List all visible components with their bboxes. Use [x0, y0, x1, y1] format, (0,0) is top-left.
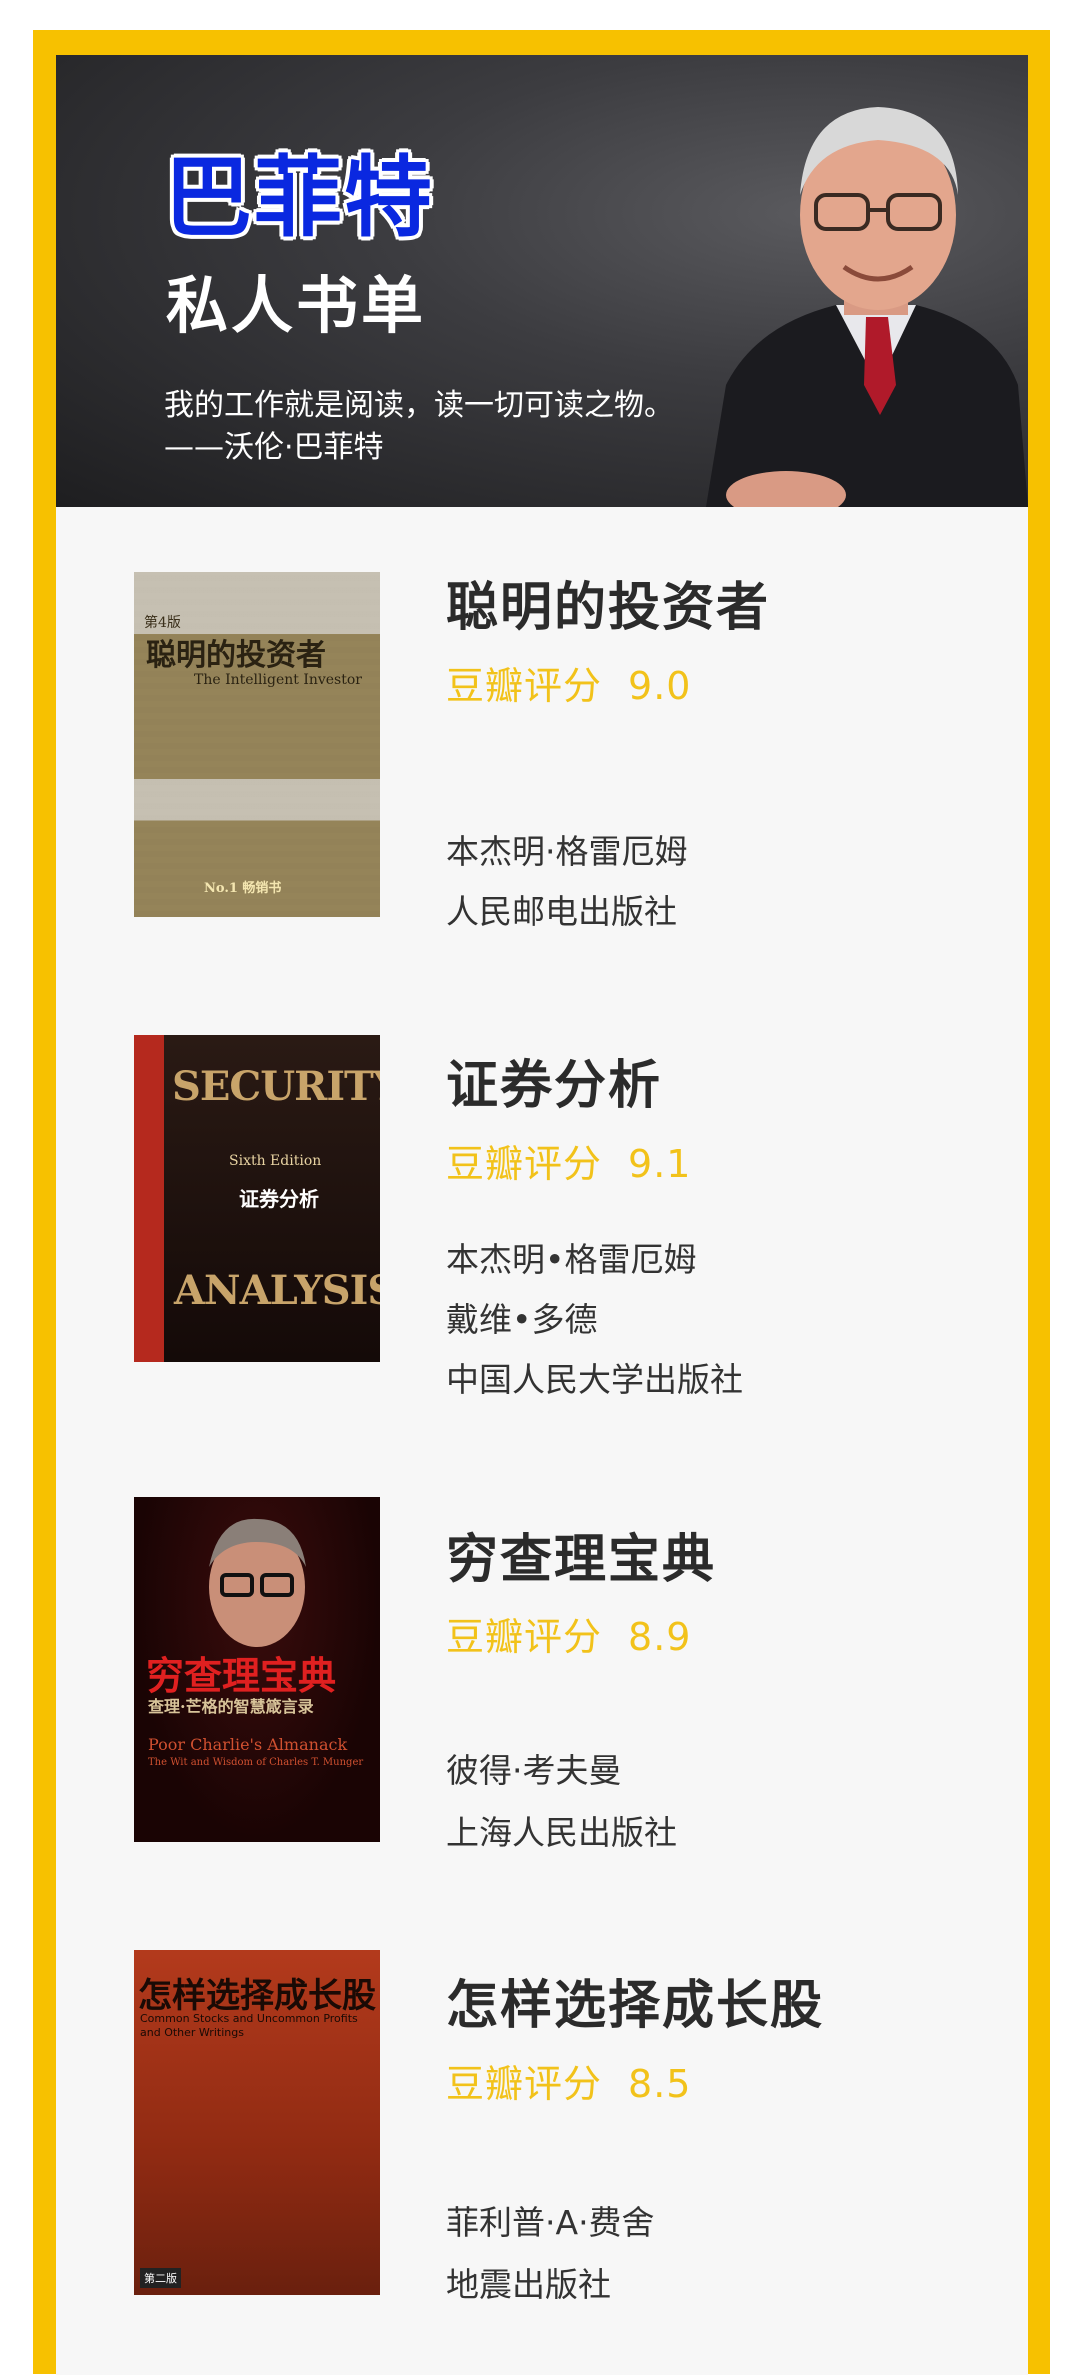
- book-publisher: 中国人民大学出版社: [446, 1360, 743, 1399]
- cover-title: 穷查理宝典: [146, 1653, 337, 1698]
- book-title: 证券分析: [446, 1056, 663, 1116]
- cover-badge: 第二版: [140, 2268, 181, 2288]
- rating-score: 8.9: [628, 1615, 692, 1659]
- book-title: 怎样选择成长股: [446, 1976, 825, 2036]
- page-subtitle: 私人书单: [166, 269, 427, 342]
- rating-score: 9.0: [628, 664, 692, 708]
- book-author: 本杰明•格雷厄姆: [446, 1240, 697, 1279]
- book-author: 本杰明·格雷厄姆: [446, 832, 688, 871]
- cover-title: 聪明的投资者: [146, 638, 326, 673]
- quote-attribution: ——沃伦·巴菲特: [164, 430, 384, 465]
- rating-score: 9.1: [628, 1142, 692, 1186]
- book-publisher: 上海人民出版社: [446, 1813, 677, 1852]
- book-author: 菲利普·A·费舍: [446, 2203, 655, 2242]
- cover-title-en: Poor Charlie's Almanack: [148, 1735, 348, 1754]
- page-title: 巴菲特: [164, 146, 435, 249]
- book-cover-image: 穷查理宝典 查理·芒格的智慧箴言录 Poor Charlie's Almanac…: [134, 1497, 380, 1842]
- book-publisher: 人民邮电出版社: [446, 892, 677, 931]
- cover-title-en: Common Stocks and Uncommon Profits and O…: [140, 2012, 358, 2039]
- quote-line: 我的工作就是阅读，读一切可读之物。: [164, 388, 674, 423]
- header-quote: 我的工作就是阅读，读一切可读之物。 ——沃伦·巴菲特: [164, 385, 674, 469]
- cover-subtitle-en: The Wit and Wisdom of Charles T. Munger: [148, 1757, 364, 1768]
- book-title: 穷查理宝典: [446, 1530, 717, 1590]
- book-cover-image: 第4版 聪明的投资者 The Intelligent Investor No.1…: [134, 572, 380, 917]
- book-publisher: 地震出版社: [446, 2265, 611, 2304]
- book-rating: 豆瓣评分 9.0: [446, 655, 691, 710]
- cover-edition: Sixth Edition: [229, 1153, 322, 1169]
- cover-bottom-word: ANALYSIS: [174, 1267, 380, 1314]
- book-title: 聪明的投资者: [446, 578, 771, 638]
- book-rating: 豆瓣评分 8.9: [446, 1606, 691, 1661]
- header-banner: 巴菲特 私人书单 我的工作就是阅读，读一切可读之物。 ——沃伦·巴菲特: [56, 55, 1028, 507]
- rating-label: 豆瓣评分: [446, 1615, 603, 1659]
- rating-score: 8.5: [628, 2062, 692, 2106]
- cover-badge: No.1 畅销书: [204, 881, 282, 896]
- book-cover-image: 怎样选择成长股 Common Stocks and Uncommon Profi…: [134, 1950, 380, 2295]
- cover-title-en: The Intelligent Investor: [194, 672, 362, 688]
- cover-title: 证券分析: [239, 1187, 319, 1211]
- book-rating: 豆瓣评分 8.5: [446, 2053, 691, 2108]
- book-author: 戴维•多德: [446, 1300, 598, 1339]
- rating-label: 豆瓣评分: [446, 664, 603, 708]
- cover-title: 怎样选择成长股: [138, 1976, 376, 2016]
- rating-label: 豆瓣评分: [446, 2062, 603, 2106]
- rating-label: 豆瓣评分: [446, 1142, 603, 1186]
- book-cover-image: SECURITY Sixth Edition 证券分析 ANALYSIS: [134, 1035, 380, 1362]
- cover-top-word: SECURITY: [172, 1063, 380, 1110]
- cover-edition: 第4版: [144, 615, 181, 631]
- buffett-portrait-image: [706, 107, 1028, 507]
- cover-subtitle: 查理·芒格的智慧箴言录: [148, 1697, 314, 1716]
- book-rating: 豆瓣评分 9.1: [446, 1133, 691, 1188]
- book-author: 彼得·考夫曼: [446, 1751, 622, 1790]
